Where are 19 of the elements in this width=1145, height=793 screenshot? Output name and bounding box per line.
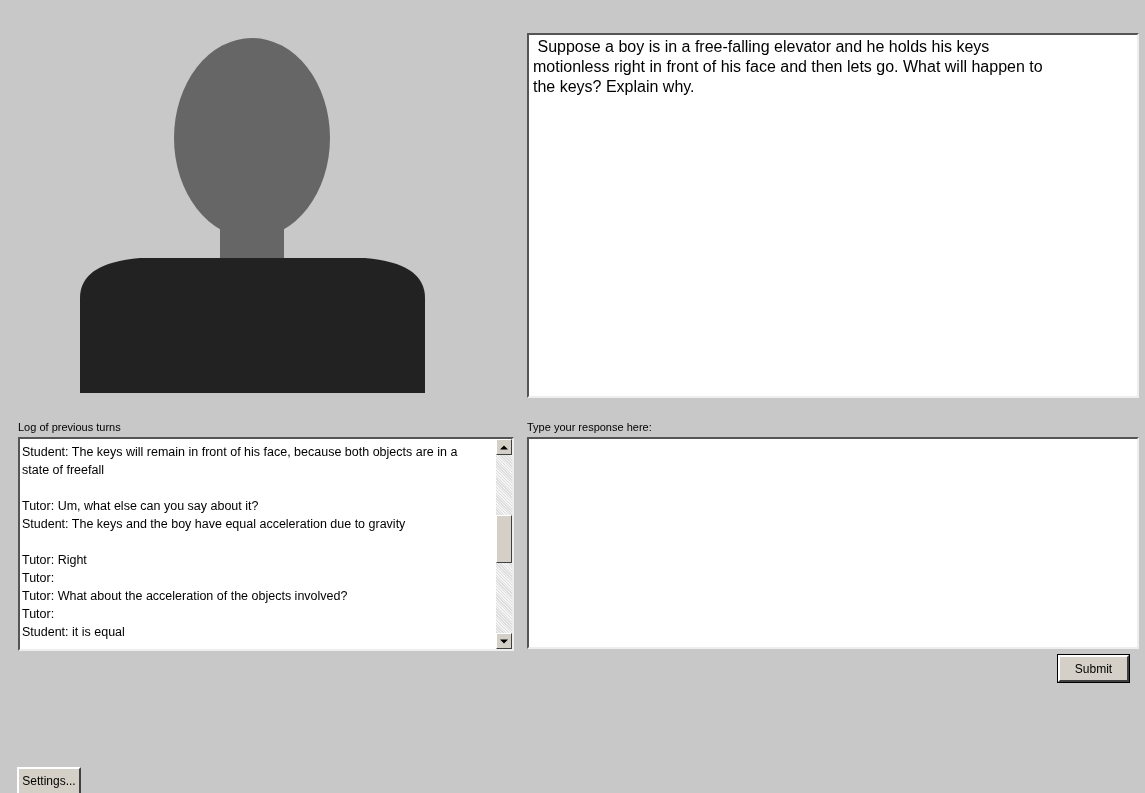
up-triangle-icon	[500, 444, 508, 450]
log-label: Log of previous turns	[18, 420, 122, 435]
submit-button[interactable]: Submit	[1058, 655, 1129, 682]
log-line: Student: The keys and the boy have equal acceleration due to gravity	[22, 516, 407, 533]
down-triangle-icon	[500, 638, 508, 644]
question-text: Suppose a boy is in a free-falling elevator and he holds his keys motionless right in front of his face and then lets go. What will happen to the keys? Explain why.	[527, 33, 1139, 398]
log-line: Tutor:	[22, 570, 56, 587]
scrollbar-thumb[interactable]	[496, 515, 512, 563]
response-label: Type your response here:	[527, 420, 653, 435]
response-field[interactable]	[527, 437, 1139, 649]
log-line: Student: it is equal	[22, 624, 126, 641]
log-line: Tutor:	[22, 606, 56, 623]
settings-button[interactable]: Settings...	[17, 767, 81, 793]
scroll-up-button[interactable]	[496, 439, 512, 455]
scroll-down-button[interactable]	[496, 633, 512, 649]
log-line: Tutor: What about the acceleration of the objects involved?	[22, 588, 349, 605]
log-line: Tutor: Right	[22, 552, 88, 569]
log-line: Student: The keys will remain in front of his face, because both objects are in a state of freefall	[22, 444, 459, 479]
log-line: Tutor: Um, what else can you say about it?	[22, 498, 260, 515]
